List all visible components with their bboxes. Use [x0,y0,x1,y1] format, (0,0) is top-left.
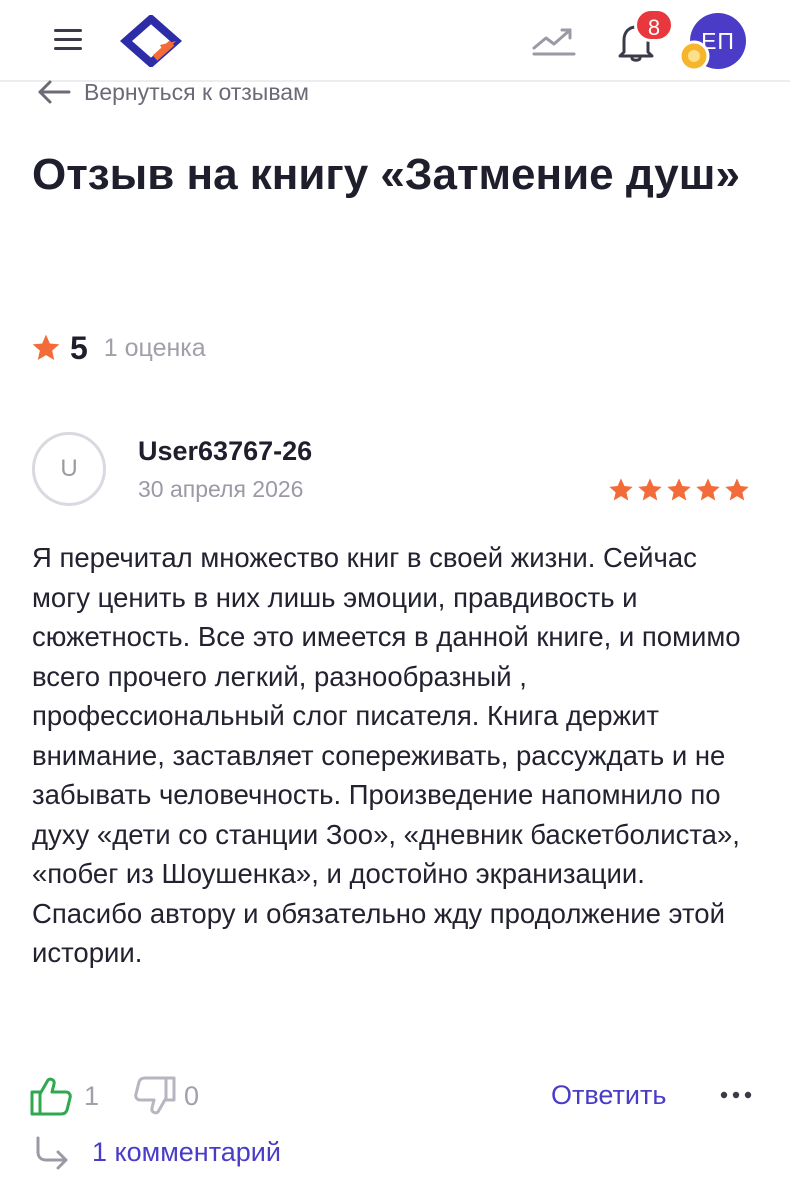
reviewer-avatar[interactable]: U [32,432,106,506]
arrow-left-icon [38,80,71,104]
star-icon [609,478,633,501]
top-bar: 8 ЕП [0,0,790,82]
like-count: 1 [84,1080,100,1111]
logo[interactable] [120,15,182,67]
rating-score: 5 [70,329,88,366]
rating-count: 1 оценка [103,333,206,362]
overall-rating: 5 1 оценка [30,326,206,370]
reply-button[interactable]: Ответить [551,1080,666,1111]
comments-count-label: 1 комментарий [92,1136,281,1167]
star-icon [667,478,691,501]
thumbs-down-icon [134,1076,176,1115]
reviewer-name[interactable]: User63767-26 [138,436,312,467]
back-to-reviews-link[interactable]: Вернуться к отзывам [36,74,309,110]
comments-link[interactable]: 1 комментарий [32,1134,281,1170]
review-actions: 1 0 Ответить [28,1074,768,1122]
menu-icon[interactable] [52,26,86,54]
review-text: Я перечитал множество книг в своей жизни… [32,542,741,968]
trending-chart-icon[interactable] [530,22,578,58]
dislike-button[interactable]: 0 [132,1074,199,1118]
star-icon [725,478,749,501]
coin-icon [678,40,710,72]
star-icon [32,334,60,360]
review-date: 30 апреля 2026 [138,476,304,502]
reply-arrow-icon [36,1136,68,1170]
dislike-count: 0 [184,1080,200,1111]
back-link-label: Вернуться к отзывам [84,78,309,105]
thumbs-up-icon [30,1077,72,1116]
review-stars [606,476,751,504]
star-icon [696,478,720,501]
more-options-icon[interactable] [718,1088,754,1102]
star-icon [638,478,662,501]
page-title: Отзыв на книгу «Затмение душ» [32,150,740,199]
like-button[interactable]: 1 [28,1074,99,1118]
notification-badge: 8 [634,8,674,42]
